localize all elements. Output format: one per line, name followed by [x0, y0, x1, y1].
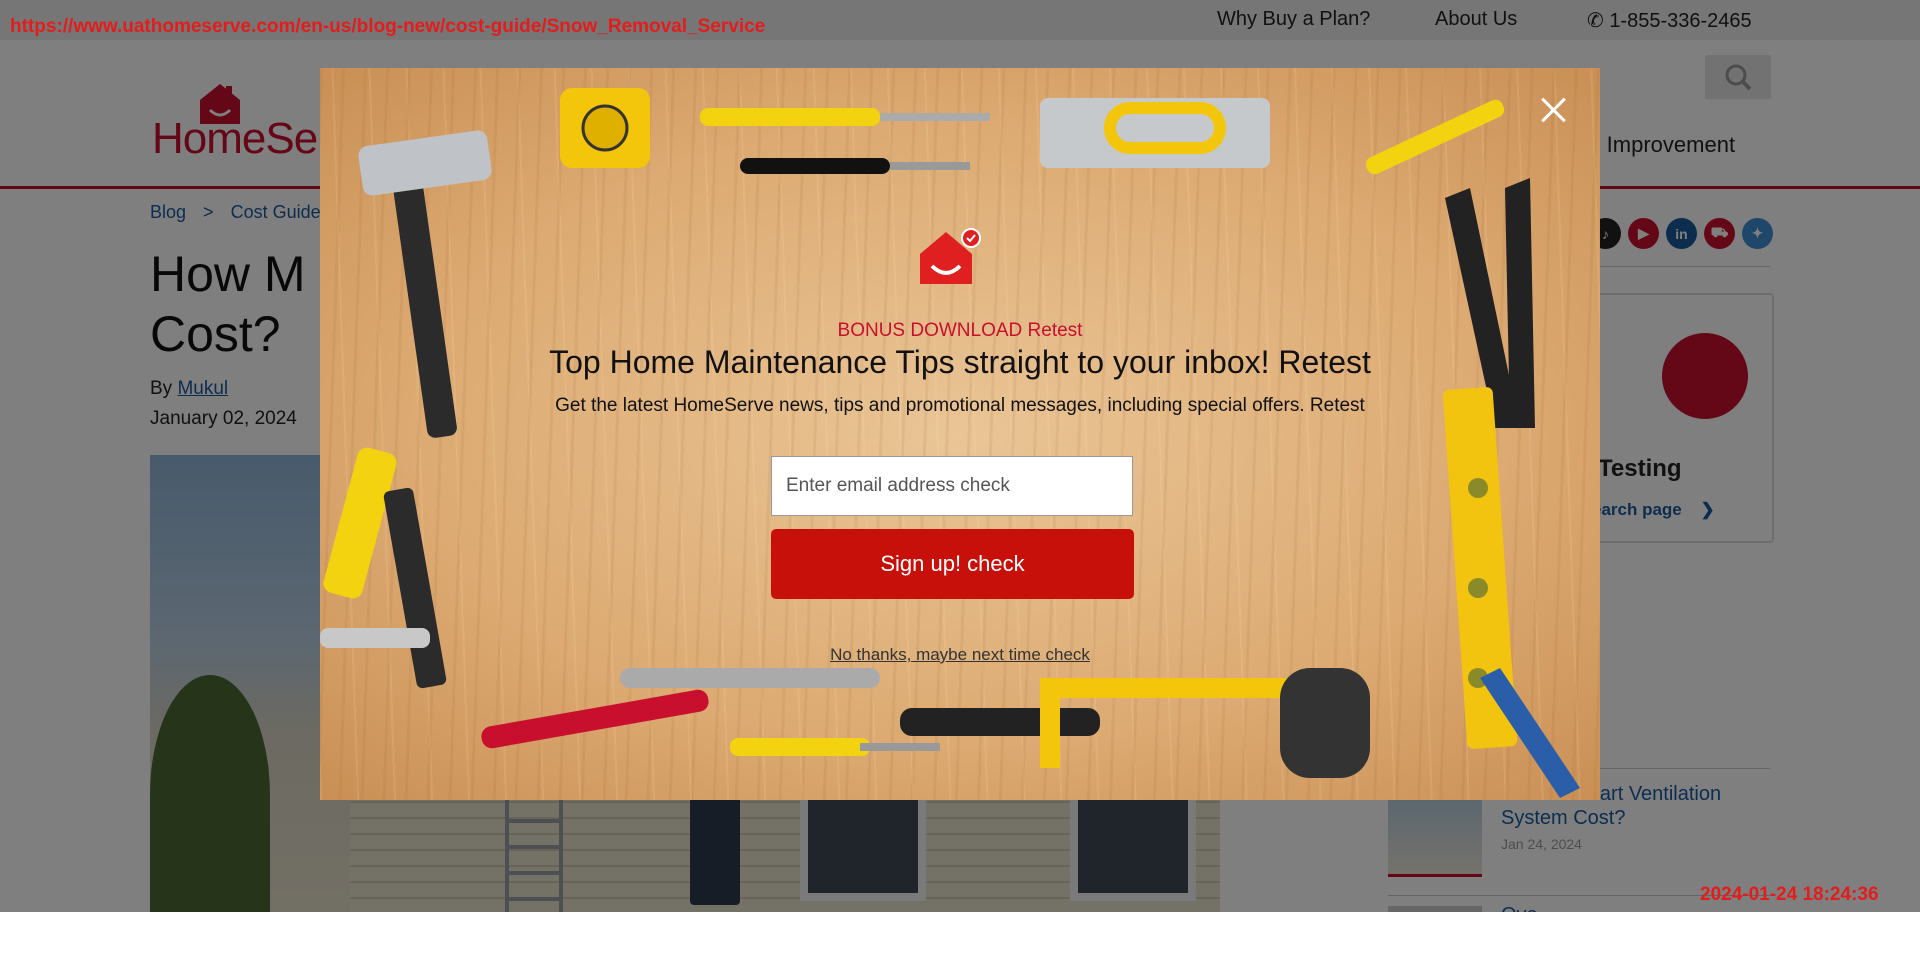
homeserve-house-icon [920, 228, 981, 284]
url-overlay-text: https://www.uathomeserve.com/en-us/blog-… [10, 16, 766, 37]
tools-border-illustration [320, 88, 1580, 798]
newsletter-modal: BONUS DOWNLOAD Retest Top Home Maintenan… [320, 68, 1600, 800]
close-icon[interactable] [1536, 92, 1572, 128]
decline-link[interactable]: No thanks, maybe next time check [320, 645, 1600, 665]
bonus-label: BONUS DOWNLOAD Retest [837, 320, 1083, 341]
email-field[interactable] [771, 456, 1133, 516]
page-background: Why Buy a Plan? About Us ✆ 1-855-336-246… [0, 0, 1920, 912]
modal-headline: Top Home Maintenance Tips straight to yo… [549, 344, 1371, 380]
bottom-blank-strip [0, 912, 1920, 963]
signup-button[interactable]: Sign up! check [771, 529, 1134, 599]
modal-subhead: Get the latest HomeServe news, tips and … [555, 395, 1365, 416]
timestamp-overlay: 2024-01-24 18:24:36 [1700, 884, 1879, 905]
